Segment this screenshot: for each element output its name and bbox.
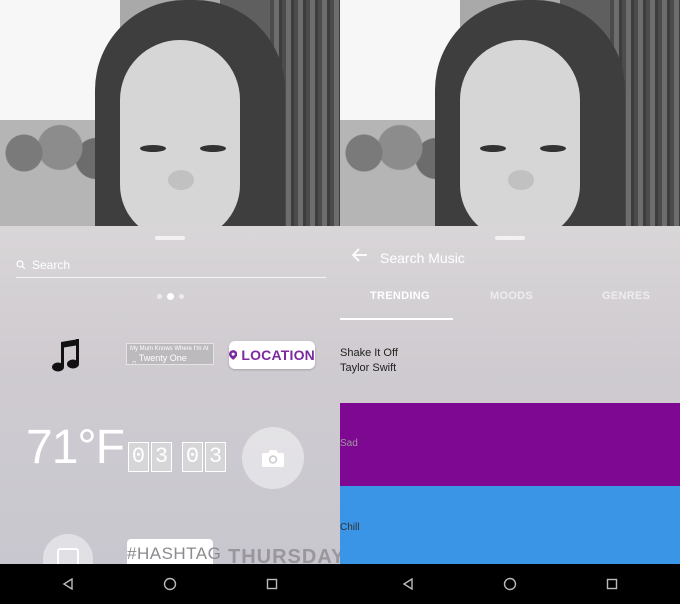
music-header: Search Music	[351, 248, 465, 267]
music-note-small-icon: ♫	[130, 358, 137, 365]
page-indicator	[157, 293, 184, 300]
recents-icon[interactable]	[264, 576, 280, 592]
hashtag-sticker[interactable]: #HASHTAG	[127, 539, 221, 564]
time-sticker[interactable]: 0 3 0 3	[128, 442, 226, 472]
temperature-sticker[interactable]: 71°F	[26, 422, 125, 474]
music-note-icon	[52, 339, 79, 372]
location-pin-icon	[229, 350, 238, 360]
track-title: Shake It Off	[340, 347, 398, 359]
back-arrow-icon[interactable]	[351, 248, 368, 267]
sticker-tray: Search My Mum Knows Where I'm At ♫ Twent…	[0, 226, 340, 564]
drag-handle[interactable]	[155, 236, 185, 240]
camera-icon	[262, 450, 284, 467]
search-icon	[16, 260, 26, 270]
search-music-title[interactable]: Search Music	[380, 250, 465, 266]
home-icon[interactable]	[162, 576, 178, 592]
page-dot-active	[167, 293, 174, 300]
system-nav-bar	[0, 564, 680, 604]
time-digit: 3	[151, 442, 172, 472]
active-tab-indicator	[340, 318, 453, 320]
search-label: Search	[32, 258, 71, 272]
mood-label: Sad	[340, 438, 358, 449]
tab-trending[interactable]: TRENDING	[370, 290, 430, 302]
time-digit: 3	[205, 442, 226, 472]
music-tray: Search Music TRENDING MOODS GENRES Shake…	[340, 226, 680, 564]
tab-genres[interactable]: GENRES	[602, 290, 650, 302]
mood-chill[interactable]: Chill	[340, 486, 680, 564]
location-label: LOCATION	[241, 347, 315, 363]
music-screen: Search Music TRENDING MOODS GENRES Shake…	[340, 0, 680, 564]
back-icon[interactable]	[60, 576, 76, 592]
song-sticker-artist: Twenty One Pilots	[138, 353, 187, 364]
track-item[interactable]: Shake It Off Taylor Swift	[340, 346, 398, 376]
mood-label: Chill	[340, 522, 360, 533]
camera-preview	[340, 0, 680, 260]
photo-frame-icon	[57, 548, 79, 564]
tab-moods[interactable]: MOODS	[490, 290, 533, 302]
location-sticker[interactable]: LOCATION	[229, 341, 315, 369]
sticker-search-bar[interactable]: Search	[16, 253, 326, 278]
camera-sticker[interactable]	[242, 427, 304, 489]
drag-handle[interactable]	[495, 236, 525, 240]
recents-icon[interactable]	[604, 576, 620, 592]
back-icon[interactable]	[400, 576, 416, 592]
page-dot	[157, 294, 162, 299]
music-sticker[interactable]	[52, 338, 82, 374]
camera-preview	[0, 0, 340, 260]
day-sticker[interactable]: THURSDAY	[228, 546, 340, 564]
home-icon[interactable]	[502, 576, 518, 592]
song-sticker[interactable]: My Mum Knows Where I'm At ♫ Twenty One P…	[126, 343, 214, 365]
time-digit: 0	[128, 442, 149, 472]
song-sticker-subtitle: My Mum Knows Where I'm At	[130, 346, 209, 352]
mood-sad[interactable]: Sad	[340, 403, 680, 486]
track-artist: Taylor Swift	[340, 362, 397, 374]
gallery-sticker[interactable]	[43, 534, 93, 564]
page-dot	[179, 294, 184, 299]
time-digit: 0	[182, 442, 203, 472]
sticker-screen: Search My Mum Knows Where I'm At ♫ Twent…	[0, 0, 340, 564]
music-tabs: TRENDING MOODS GENRES	[340, 290, 680, 320]
